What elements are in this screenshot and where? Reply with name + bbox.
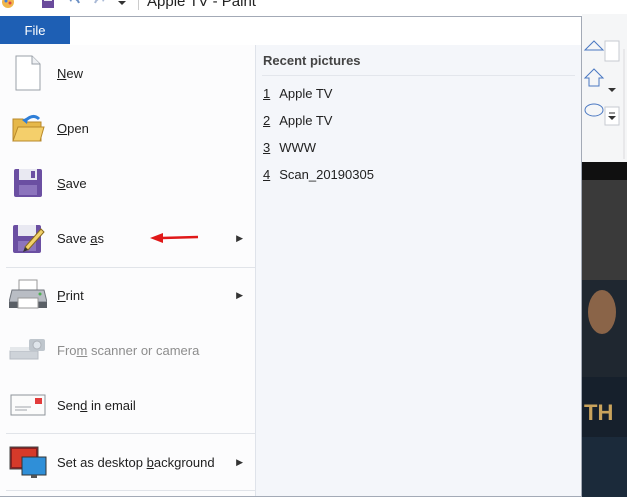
recent-item[interactable]: 4 Scan_20190305 bbox=[263, 167, 374, 182]
menu-item-save[interactable]: Save bbox=[0, 157, 255, 209]
open-folder-icon bbox=[8, 108, 48, 148]
menu-item-new[interactable]: New bbox=[0, 47, 255, 99]
recent-item[interactable]: 2 Apple TV bbox=[263, 113, 332, 128]
canvas-image: TH bbox=[582, 162, 627, 497]
menu-item-label: Open bbox=[57, 120, 89, 136]
menu-header-strip bbox=[70, 17, 581, 46]
file-tab[interactable]: File bbox=[0, 16, 70, 44]
menu-item-label: From scanner or camera bbox=[57, 342, 200, 358]
title-bar: Apple TV - Paint bbox=[0, 0, 627, 14]
submenu-arrow-icon: ▶ bbox=[236, 232, 243, 243]
menu-item-send-in-email[interactable]: Send in email bbox=[0, 379, 255, 431]
menu-item-label: Save as bbox=[57, 230, 104, 246]
customize-toolbar-dropdown-icon[interactable] bbox=[117, 0, 127, 10]
svg-text:TH: TH bbox=[584, 400, 613, 425]
undo-icon[interactable] bbox=[66, 0, 82, 10]
email-icon bbox=[8, 385, 48, 425]
file-menu: New Open Save Save as ▶ Print ▶ From sca… bbox=[0, 16, 582, 497]
recent-pictures-pane: Recent pictures 1 Apple TV 2 Apple TV 3 WWW… bbox=[256, 45, 581, 496]
menu-item-label: Send in email bbox=[57, 397, 136, 413]
menu-item-print[interactable]: Print ▶ bbox=[0, 269, 255, 321]
new-document-icon bbox=[8, 53, 48, 93]
ribbon-background bbox=[582, 14, 627, 163]
menu-separator bbox=[6, 433, 255, 434]
menu-separator bbox=[6, 267, 255, 268]
window-title: Apple TV - Paint bbox=[147, 0, 256, 10]
submenu-arrow-icon: ▶ bbox=[236, 289, 243, 300]
save-icon bbox=[8, 163, 48, 203]
menu-item-label: Print bbox=[57, 287, 84, 303]
red-arrow-icon bbox=[150, 233, 199, 243]
menu-item-save-as[interactable]: Save as ▶ bbox=[0, 212, 255, 264]
menu-item-label: New bbox=[57, 65, 84, 81]
save-as-icon bbox=[8, 218, 48, 258]
submenu-arrow-icon: ▶ bbox=[236, 456, 243, 467]
recent-item[interactable]: 3 WWW bbox=[263, 140, 316, 155]
desktop-background-icon bbox=[8, 442, 48, 482]
shapes-gallery[interactable] bbox=[582, 14, 627, 162]
recent-pictures-heading: Recent pictures bbox=[263, 53, 361, 68]
title-divider bbox=[138, 0, 139, 10]
printer-icon bbox=[8, 275, 48, 315]
file-menu-commands: New Open Save Save as ▶ Print ▶ From sca… bbox=[0, 45, 256, 496]
recent-item[interactable]: 1 Apple TV bbox=[263, 86, 332, 101]
menu-item-label: Save bbox=[57, 175, 87, 191]
menu-item-from-scanner-or-camera: From scanner or camera bbox=[0, 324, 255, 376]
paint-app-icon[interactable] bbox=[0, 0, 16, 10]
menu-item-open[interactable]: Open bbox=[0, 102, 255, 154]
redo-icon[interactable] bbox=[92, 0, 108, 10]
quick-save-icon[interactable] bbox=[40, 0, 56, 10]
recent-pictures-divider bbox=[262, 75, 575, 76]
scanner-icon bbox=[8, 330, 48, 370]
menu-item-set-as-desktop-background[interactable]: Set as desktop background ▶ bbox=[0, 436, 255, 488]
menu-item-label: Set as desktop background bbox=[57, 454, 215, 470]
menu-separator bbox=[6, 490, 255, 491]
